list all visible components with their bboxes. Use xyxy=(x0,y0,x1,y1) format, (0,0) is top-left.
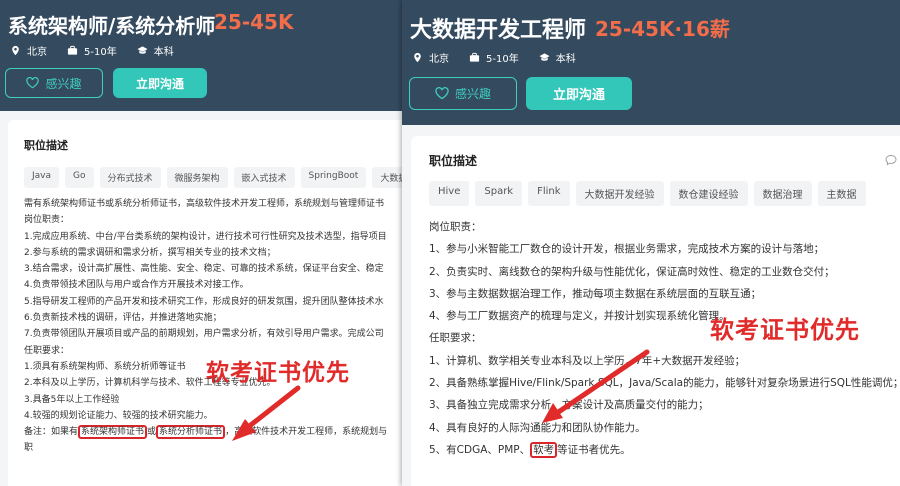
meta-experience: 5-10年 xyxy=(67,43,117,58)
location-icon xyxy=(414,52,421,63)
meta-education: 本科 xyxy=(539,50,576,65)
description-line: 4.较强的规划论证能力、较强的技术研究能力。 xyxy=(24,410,213,421)
job-description-card: 职位描述 Java Go 分布式技术 微服务架构 嵌入式技术 SpringBoo… xyxy=(8,120,404,486)
salary: 25-45K xyxy=(214,10,294,34)
comment-icon[interactable] xyxy=(885,154,897,166)
skill-tag: 数仓建设经验 xyxy=(669,181,748,206)
meta-education-text: 本科 xyxy=(555,54,576,65)
meta-experience-text: 5-10年 xyxy=(486,54,519,65)
description-last-line: 5、有CDGA、PMP、 软考 等证书者优先。 xyxy=(429,439,900,461)
skill-tag: 主数据 xyxy=(817,181,866,206)
note-prefix: 备注：如果有 xyxy=(24,427,79,438)
description-line: 7.负责带领团队开展项目或产品的前期规划，用户需求分析，有效引导用户需求。完成公… xyxy=(24,329,384,340)
description-line: 4、具有良好的人际沟通能力和团队协作能力。 xyxy=(429,421,646,434)
meta-location: 北京 xyxy=(10,43,47,58)
skill-tag: SpringBoot xyxy=(300,167,367,188)
skill-tag: Flink xyxy=(528,181,570,206)
description-line: 3、参与主数据数据治理工作，推动每项主数据在系统层面的互联互通； xyxy=(429,287,762,300)
description-line: 2、具备熟练掌握Hive/Flink/Spark SQL，Java/Scala的… xyxy=(429,377,900,390)
description-line: 3.具备5年以上工作经验 xyxy=(24,394,120,405)
interest-button-label: 感兴趣 xyxy=(454,87,491,101)
meta-location-text: 北京 xyxy=(27,47,47,58)
note-mid: 或 xyxy=(147,427,157,438)
skill-tag: 微服务架构 xyxy=(166,167,228,188)
skill-tag: Spark xyxy=(475,181,523,206)
description-line: 5.指导研发工程师的产品开发和技术研究工作，形成良好的研发氛围，提升团队整体技术… xyxy=(24,296,384,307)
skill-tag: 嵌入式技术 xyxy=(233,167,295,188)
location-icon xyxy=(12,45,19,56)
highlight-box: 软考 xyxy=(530,441,558,458)
skill-tag: 大数据开发经验 xyxy=(575,181,664,206)
description-line: 6.负责新技术栈的调研，评估，并推进落地实施； xyxy=(24,313,222,324)
graduation-cap-icon xyxy=(137,46,148,54)
heart-icon xyxy=(435,87,449,100)
description-line: 3、具备独立完成需求分析、方案设计及高质量交付的能力； xyxy=(429,399,709,412)
description-line: 4.负责带领技术团队与用户或合作方开展技术对接工作。 xyxy=(24,280,249,291)
meta-experience: 5-10年 xyxy=(469,50,519,65)
meta-education-text: 本科 xyxy=(153,47,174,58)
description-line: 岗位职责： xyxy=(429,221,482,233)
job-header: 系统架构师/系统分析师 25-45K 北京 5-10年 本科 感兴趣 立即沟通 xyxy=(0,0,404,111)
annotation-label: 软考证书优先 xyxy=(206,360,350,386)
skill-tag: 分布式技术 xyxy=(99,167,161,188)
highlight-box: 系统分析师证书 xyxy=(156,425,226,440)
description-line: 岗位职责： xyxy=(24,215,70,226)
description-line: 1、计算机、数学相关专业本科及以上学历，7年+大数据开发经验； xyxy=(429,354,746,367)
description-line: 3.结合需求，设计高扩展性、高性能、安全、稳定、可靠的技术系统，保证平台安全、稳… xyxy=(24,264,384,275)
graduation-cap-icon xyxy=(539,53,550,61)
description-note: 备注：如果有 系统架构师证书或系统分析师证书 ，高级软件技术开发工程师，系统规划与 xyxy=(24,424,387,440)
job-detail-left: 系统架构师/系统分析师 25-45K 北京 5-10年 本科 感兴趣 立即沟通 … xyxy=(0,0,404,486)
meta-experience-text: 5-10年 xyxy=(84,47,117,58)
heart-icon xyxy=(26,77,40,89)
meta-education: 本科 xyxy=(137,43,174,58)
skill-tag: Hive xyxy=(429,181,470,206)
section-title: 职位描述 xyxy=(429,154,478,168)
skill-tag: Go xyxy=(65,167,94,188)
skill-tags: Java Go 分布式技术 微服务架构 嵌入式技术 SpringBoot 大数据… xyxy=(24,167,404,188)
skill-tag: 大数据架 xyxy=(372,167,404,188)
job-title: 系统架构师/系统分析师 xyxy=(8,14,216,38)
chat-button[interactable]: 立即沟通 xyxy=(526,77,632,110)
chat-button[interactable]: 立即沟通 xyxy=(113,68,207,98)
job-title: 大数据开发工程师 xyxy=(410,18,587,43)
last-prefix: 5、有CDGA、PMP、 xyxy=(429,443,531,456)
interest-button-label: 感兴趣 xyxy=(45,76,82,91)
job-meta: 北京 5-10年 本科 xyxy=(10,43,174,58)
description-line: 2、负责实时、离线数仓的架构升级与性能优化，保证高时效性、稳定的工业数仓交付； xyxy=(429,265,835,278)
meta-location: 北京 xyxy=(412,50,449,65)
interest-button[interactable]: 感兴趣 xyxy=(409,77,517,110)
job-detail-right: 大数据开发工程师 25-45K·16薪 北京 5-10年 本科 感兴趣 立即沟通… xyxy=(402,0,900,486)
salary: 25-45K·16薪 xyxy=(595,17,730,41)
description-line: 职 xyxy=(24,443,34,454)
briefcase-icon xyxy=(469,52,480,62)
description-line: 1、参与小米智能工厂数仓的设计开发，根据业务需求，完成技术方案的设计与落地； xyxy=(429,243,825,256)
interest-button[interactable]: 感兴趣 xyxy=(5,68,103,98)
last-suffix: 等证书者优先。 xyxy=(557,443,631,456)
skill-tag: Java xyxy=(24,167,60,188)
briefcase-icon xyxy=(67,45,78,55)
job-header: 大数据开发工程师 25-45K·16薪 北京 5-10年 本科 感兴趣 立即沟通 xyxy=(402,0,900,125)
skill-tag: 数据治理 xyxy=(753,181,812,206)
highlight-box: 系统架构师证书 xyxy=(78,425,148,440)
section-title: 职位描述 xyxy=(24,139,68,152)
meta-location-text: 北京 xyxy=(429,54,449,65)
description-line: 2.参与系统的需求调研和需求分析，撰写相关专业的技术文档； xyxy=(24,247,276,258)
description-line: 需有系统架构师证书或系统分析师证书，高级软件技术开发工程师，系统规划与管理师证书 xyxy=(24,199,385,209)
description-line: 1.完成应用系统、中台/平台类系统的架构设计，进行技术可行性研究及技术选型，指导… xyxy=(24,231,387,242)
job-meta: 北京 5-10年 本科 xyxy=(412,50,576,65)
skill-tags: Hive Spark Flink 大数据开发经验 数仓建设经验 数据治理 主数据 xyxy=(429,181,866,206)
description-text: 需有系统架构师证书或系统分析师证书，高级软件技术开发工程师，系统规划与管理师证书… xyxy=(24,196,387,457)
note-suffix: ，高级软件技术开发工程师，系统规划与 xyxy=(225,427,388,438)
annotation-label: 软考证书优先 xyxy=(710,316,860,344)
